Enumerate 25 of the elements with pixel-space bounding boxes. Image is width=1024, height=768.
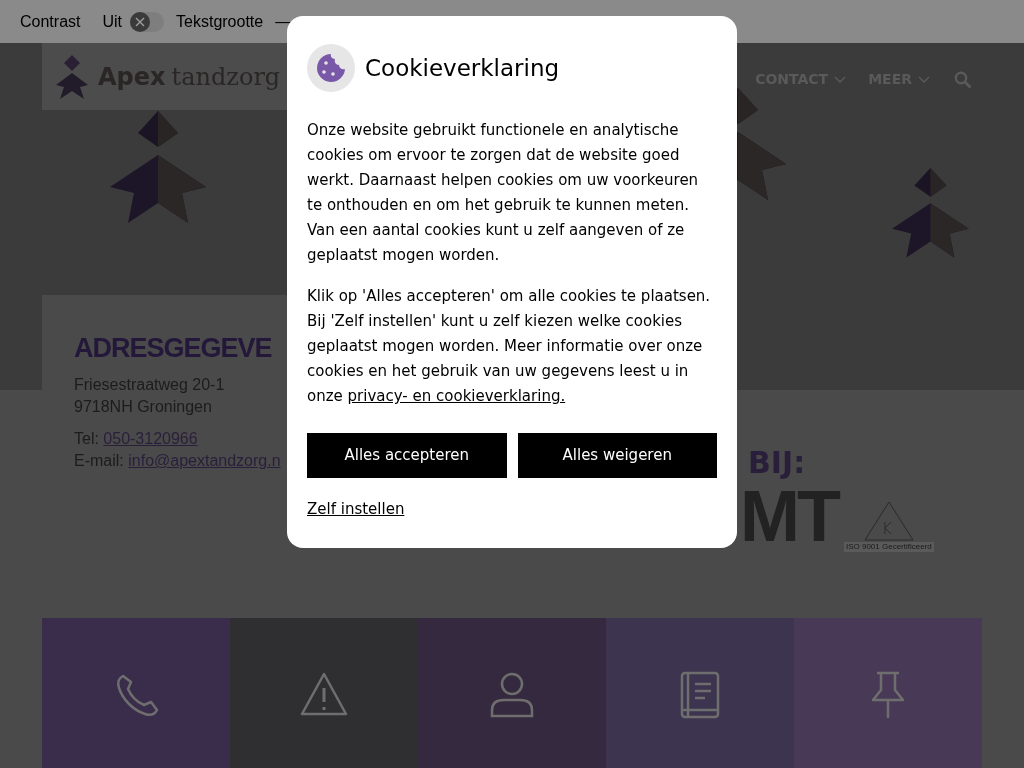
text-size-decrease-button[interactable]: — xyxy=(275,9,292,34)
chevron-down-icon xyxy=(834,75,847,84)
contrast-toggle[interactable] xyxy=(130,11,165,32)
dialog-button[interactable]: Alles accepteren xyxy=(307,433,507,478)
logo-icon xyxy=(54,54,90,99)
close-icon xyxy=(135,16,146,27)
triangle-logo-icon xyxy=(862,500,915,542)
dialog-text: Klik op 'Alles accepteren' om alle cookies te plaatsen. Bij 'Zelf instellen' kunt u zelf kiezen welke cookies geplaatst mogen worden. Meer informatie over onze cookies en het gebruik van uw gegevens leest u in onze privacy- en cookieverklaring. xyxy=(307,286,712,407)
settings-link[interactable]: Zelf instellen xyxy=(307,498,405,521)
tile-link[interactable] xyxy=(794,618,982,768)
text-size-label: Tekstgrootte xyxy=(176,11,264,32)
tile-link[interactable] xyxy=(230,618,418,768)
tile-link[interactable] xyxy=(606,618,794,768)
privacy-link[interactable]: privacy- en cookieverklaring. xyxy=(347,387,566,405)
dialog-title: Cookieverklaring xyxy=(365,53,560,83)
tile-link[interactable] xyxy=(42,618,230,768)
cookie-drawing xyxy=(316,53,346,83)
contrast-state: Uit xyxy=(102,11,123,32)
contrast-label: Contrast xyxy=(20,11,81,32)
dialog-text: Onze website gebruikt functionele en analytische cookies om ervoor te zorgen dat de website goed werkt. Daarnaast helpen cookies om uw voorkeuren te onthouden en om het gebruik te kunnen meten. Van een aantal cookies kunt u zelf aangeven of ze geplaatst mogen worden. xyxy=(307,120,700,266)
tile-link[interactable] xyxy=(418,618,606,768)
chevron-down-icon xyxy=(918,75,930,84)
search-icon xyxy=(954,70,972,89)
search-button[interactable] xyxy=(954,70,972,89)
dialog-button[interactable]: Alles weigeren xyxy=(517,433,717,478)
